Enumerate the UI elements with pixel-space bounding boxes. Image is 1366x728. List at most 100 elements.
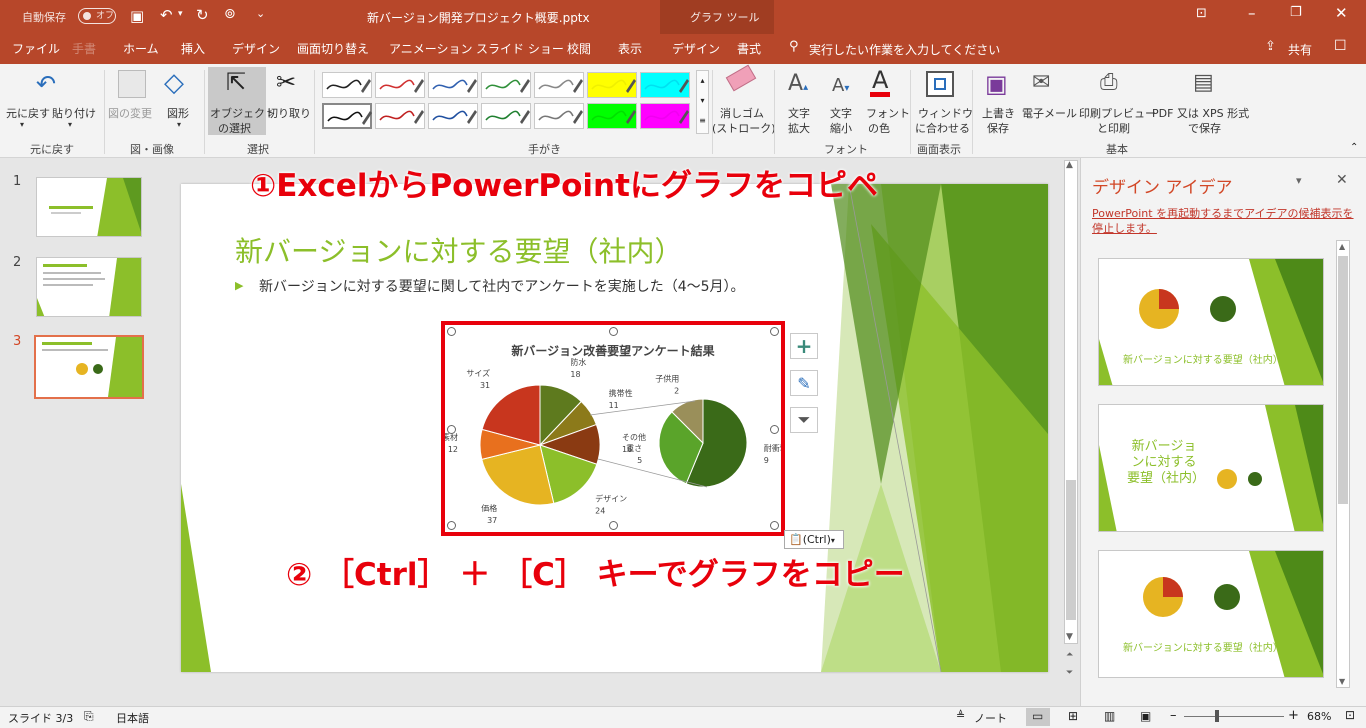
eraser-label-1[interactable]: 消しゴム	[720, 105, 764, 121]
pdf-label-2[interactable]: で保存	[1188, 120, 1221, 136]
design-idea-card-2[interactable]: 新バージョンに対する要望（社内）	[1098, 404, 1324, 532]
notes-icon[interactable]: ≜	[956, 709, 965, 722]
ribbon-display-icon[interactable]: ⊡	[1196, 6, 1207, 21]
shape-icon[interactable]: ◇	[164, 68, 184, 98]
font-color-icon[interactable]: A	[870, 68, 891, 97]
tab-draw[interactable]: 手書	[72, 40, 96, 57]
pen-swatch[interactable]	[587, 72, 637, 98]
lasso-icon[interactable]: ✂	[276, 68, 296, 96]
pen-swatch[interactable]	[322, 103, 372, 129]
scroll-down-icon[interactable]: ▼	[1066, 632, 1073, 642]
pen-swatch[interactable]	[640, 103, 690, 129]
language-indicator[interactable]: 日本語	[116, 710, 149, 726]
pen-swatch[interactable]	[375, 72, 425, 98]
chart-styles-button[interactable]: ✎	[790, 370, 818, 396]
scroll-up-icon[interactable]: ▲	[1066, 160, 1073, 170]
notes-button[interactable]: ノート	[974, 710, 1007, 726]
save-label-1[interactable]: 上書き	[982, 105, 1015, 121]
resize-handle[interactable]	[770, 327, 779, 336]
lasso-label[interactable]: 切り取り	[267, 105, 311, 121]
save-icon[interactable]: ▣	[130, 7, 144, 25]
pen-swatch[interactable]	[375, 103, 425, 129]
eraser-label-2[interactable]: (ストローク)	[712, 120, 776, 136]
editor-scroll-thumb[interactable]	[1066, 480, 1076, 620]
tab-chart-format[interactable]: 書式	[737, 40, 761, 57]
tab-animations[interactable]: アニメーション	[389, 40, 473, 57]
shrink-font-label-2[interactable]: 縮小	[830, 120, 852, 136]
grow-font-icon[interactable]: A▴	[788, 71, 808, 96]
pen-swatch[interactable]	[428, 103, 478, 129]
pen-swatch[interactable]	[322, 72, 372, 98]
email-icon[interactable]: ✉	[1032, 70, 1050, 95]
tell-me-input[interactable]: 実行したい作業を入力してください	[809, 41, 1000, 58]
comments-icon[interactable]: ☐	[1334, 38, 1347, 54]
shape-dropdown-icon[interactable]: ▾	[177, 120, 181, 129]
pen-gallery-scroll[interactable]: ▴ ▾ ≡	[696, 70, 709, 134]
print-label-1[interactable]: 印刷プレビュー	[1079, 105, 1156, 121]
share-button[interactable]: 共有	[1288, 41, 1312, 58]
paste-dropdown-icon[interactable]: ▾	[68, 120, 72, 129]
thumbnail-slide-2[interactable]	[36, 257, 142, 317]
chart-filters-button[interactable]: ⏷	[790, 407, 818, 433]
paste-options-button[interactable]: 📋(Ctrl)▾	[784, 530, 844, 549]
present-icon[interactable]: ⊚	[224, 6, 236, 22]
zoom-slider-track[interactable]	[1184, 716, 1284, 717]
undo-label[interactable]: 元に戻す	[6, 105, 50, 121]
zoom-out-icon[interactable]: –	[1170, 708, 1177, 723]
tab-home[interactable]: ホーム	[123, 40, 159, 57]
redo-icon[interactable]: ↻	[196, 6, 209, 24]
pen-swatch[interactable]	[481, 103, 531, 129]
pen-swatch[interactable]	[534, 103, 584, 129]
slide-bullet-text[interactable]: 新バージョンに対する要望に関して社内でアンケートを実施した（4〜5月）。	[259, 276, 745, 296]
pen-swatch[interactable]	[640, 72, 690, 98]
tab-design[interactable]: デザイン	[232, 40, 280, 57]
resize-handle[interactable]	[609, 521, 618, 530]
resize-handle[interactable]	[770, 521, 779, 530]
pane-close-icon[interactable]: ✕	[1336, 172, 1348, 188]
tab-file[interactable]: ファイル	[12, 40, 60, 57]
thumbnail-slide-1[interactable]	[36, 177, 142, 237]
slide-title[interactable]: 新バージョンに対する要望（社内）	[235, 230, 682, 270]
fit-window-label-2[interactable]: に合わせる	[915, 120, 970, 136]
email-label[interactable]: 電子メール	[1022, 105, 1077, 121]
share-icon[interactable]: ⇪	[1265, 39, 1276, 54]
slideshow-icon[interactable]: ▣	[1140, 709, 1151, 723]
pen-swatch[interactable]	[534, 72, 584, 98]
resize-handle[interactable]	[447, 521, 456, 530]
save-large-icon[interactable]: ▣	[985, 70, 1008, 98]
pen-swatch[interactable]	[428, 72, 478, 98]
close-icon[interactable]: ✕	[1335, 4, 1348, 22]
slide-sorter-icon[interactable]: ⊞	[1068, 709, 1078, 723]
tab-insert[interactable]: 挿入	[181, 40, 205, 57]
collapse-ribbon-icon[interactable]: ⌃	[1350, 142, 1358, 153]
shrink-font-label-1[interactable]: 文字	[830, 105, 852, 121]
zoom-in-icon[interactable]: +	[1288, 708, 1299, 723]
autosave-toggle[interactable]: オフ	[78, 8, 116, 24]
fit-window-icon[interactable]	[926, 71, 954, 97]
tab-slideshow[interactable]: スライド ショー	[476, 40, 564, 57]
tab-review[interactable]: 校閲	[567, 40, 591, 57]
reading-view-icon[interactable]: ▥	[1104, 709, 1115, 723]
resize-handle[interactable]	[447, 425, 456, 434]
prev-slide-icon[interactable]: ⏶	[1066, 650, 1073, 660]
zoom-level[interactable]: 68%	[1307, 710, 1331, 723]
resize-handle[interactable]	[609, 327, 618, 336]
tab-transitions[interactable]: 画面切り替え	[297, 40, 369, 57]
spellcheck-icon[interactable]: ⎘	[84, 709, 94, 724]
restore-icon[interactable]: ❐	[1290, 5, 1302, 20]
font-color-label-2[interactable]: の色	[868, 120, 890, 136]
design-idea-card-1[interactable]: 新バージョンに対する要望（社内）	[1098, 258, 1324, 386]
tab-view[interactable]: 表示	[618, 40, 642, 57]
fit-slide-icon[interactable]: ⊡	[1345, 708, 1355, 722]
pdf-icon[interactable]: ▤	[1193, 70, 1214, 95]
tab-chart-design[interactable]: デザイン	[672, 40, 720, 57]
print-label-2[interactable]: と印刷	[1097, 120, 1130, 136]
pie-chart[interactable]: 新バージョン改善要望アンケート結果 防水18携帯性11その他16デザイン24価格…	[445, 325, 781, 532]
ideas-scroll-thumb[interactable]	[1338, 256, 1348, 504]
grow-font-label-1[interactable]: 文字	[788, 105, 810, 121]
pen-swatch[interactable]	[481, 72, 531, 98]
font-color-label-1[interactable]: フォント	[866, 105, 910, 121]
undo-large-icon[interactable]: ↶	[36, 70, 56, 98]
pane-options-icon[interactable]: ▾	[1296, 174, 1302, 187]
shape-label[interactable]: 図形	[167, 105, 189, 121]
